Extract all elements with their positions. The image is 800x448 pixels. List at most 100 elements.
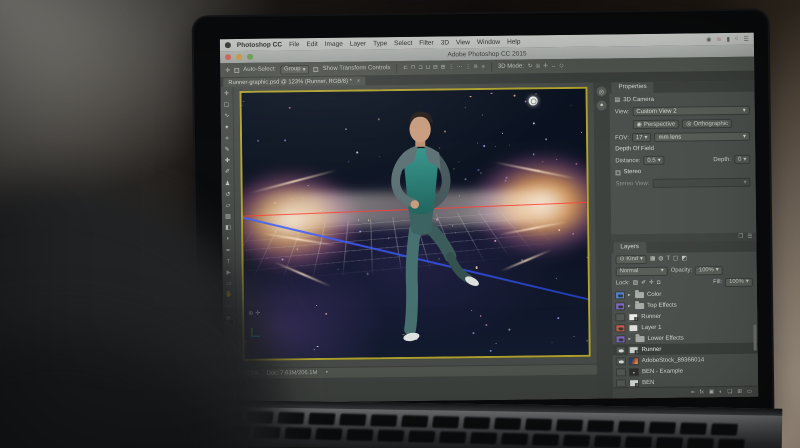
filter-smartobject-icon[interactable]: ◩ (681, 256, 687, 262)
menu-help[interactable]: Help (507, 38, 520, 45)
notification-center-icon[interactable]: ☰ (743, 35, 748, 42)
layer-styles-icon[interactable]: fx (700, 389, 704, 395)
layer-mask-icon[interactable]: ▣ (709, 389, 714, 395)
menu-filter[interactable]: Filter (419, 39, 434, 46)
menu-image[interactable]: Image (325, 40, 343, 47)
distribute-right-icon[interactable]: ≡ (482, 64, 485, 70)
panel-collapse-icon[interactable]: ❐ (738, 234, 743, 240)
3d-pan-icon[interactable]: ✛ (543, 63, 548, 69)
layers-scrollbar[interactable] (753, 324, 757, 351)
depth-dropdown[interactable]: 0 ▾ (733, 154, 751, 164)
lock-position-icon[interactable]: ✛ (649, 280, 654, 286)
apple-logo-icon[interactable] (224, 42, 231, 49)
perspective-button[interactable]: ◉ Perspective (632, 119, 680, 130)
lock-pixels-icon[interactable]: ✐ (641, 280, 646, 286)
link-layers-icon[interactable]: ∞ (691, 389, 695, 395)
align-hcenter-icon[interactable]: ⊓ (411, 65, 415, 71)
visibility-toggle[interactable] (614, 290, 626, 299)
3d-scale-icon[interactable]: ◇ (559, 63, 563, 69)
tab-layers[interactable]: Layers (613, 242, 647, 254)
filter-pixel-icon[interactable]: ▦ (650, 256, 656, 262)
expand-group-icon[interactable]: ▸ (628, 336, 632, 342)
healing-brush-tool[interactable]: ✚ (225, 156, 230, 167)
3d-slide-icon[interactable]: ↔ (551, 63, 557, 69)
crop-tool[interactable]: ⌗ (225, 134, 229, 145)
fill-dropdown[interactable]: 100% ▾ (725, 277, 753, 287)
wifi-icon[interactable]: ≋ (716, 36, 721, 43)
magic-wand-tool[interactable]: ✦ (224, 123, 229, 134)
menu-window[interactable]: Window (477, 38, 500, 45)
pen-tool[interactable]: ✒ (226, 246, 231, 257)
clone-stamp-tool[interactable]: ♟ (225, 179, 231, 190)
menu-file[interactable]: File (289, 41, 300, 48)
fov-value-dropdown[interactable]: 17 ▾ (631, 132, 652, 143)
brush-tool[interactable]: ✐ (225, 167, 230, 178)
distance-dropdown[interactable]: 0.5 ▾ (643, 155, 665, 166)
distribute-left-icon[interactable]: ⊪ (474, 64, 479, 70)
visibility-toggle[interactable] (615, 301, 626, 310)
expand-group-icon[interactable]: ▸ (628, 292, 632, 298)
expand-group-icon[interactable]: ▸ (628, 303, 632, 309)
adjustment-layer-icon[interactable]: ◐ (719, 389, 722, 395)
new-layer-icon[interactable]: ⊞ (737, 389, 742, 395)
marquee-tool[interactable]: ▢ (224, 100, 230, 111)
lasso-tool[interactable]: ∿ (224, 111, 229, 122)
close-tab-icon[interactable]: × (357, 78, 360, 84)
distribute-bottom-icon[interactable]: ⋮ (465, 64, 471, 70)
visibility-toggle[interactable] (615, 367, 626, 376)
layer-row-ben[interactable]: 3 BEN (613, 376, 758, 388)
lock-all-icon[interactable]: ◘ (657, 280, 661, 286)
menu-select[interactable]: Select (394, 39, 412, 46)
dodge-tool[interactable]: ◐ (226, 235, 230, 246)
align-vcenter-icon[interactable]: ⊟ (433, 65, 438, 71)
tab-properties[interactable]: Properties (611, 81, 654, 94)
move-tool[interactable]: ✛ (224, 89, 229, 100)
display-menu-icon[interactable]: ◉ (706, 36, 711, 43)
lens-dropdown[interactable]: mm lens ▾ (654, 131, 751, 142)
filter-kind-dropdown[interactable]: ⊙ Kind ▾ (615, 254, 647, 264)
align-bottom-icon[interactable]: ⊞ (441, 64, 446, 70)
filter-shape-icon[interactable]: ▢ (673, 256, 679, 262)
3d-roll-icon[interactable]: ◎ (535, 63, 540, 69)
orthographic-button[interactable]: ◎ Orthographic (682, 118, 733, 129)
auto-select-dropdown[interactable]: Group ▾ (279, 64, 310, 74)
eyedropper-tool[interactable]: ✎ (225, 145, 230, 156)
collapsed-3d-panel-icon[interactable]: ◎ (596, 86, 607, 97)
show-transform-checkbox[interactable] (313, 66, 319, 72)
collapsed-libraries-panel-icon[interactable]: ● (596, 100, 607, 111)
eraser-tool[interactable]: ▱ (225, 201, 231, 212)
align-left-icon[interactable]: ⊏ (403, 65, 408, 71)
status-popup-arrow-icon[interactable]: ‣ (325, 370, 328, 376)
visibility-toggle[interactable] (616, 378, 627, 387)
battery-icon[interactable]: ▮ (726, 35, 730, 42)
menu-edit[interactable]: Edit (306, 41, 317, 48)
document-canvas[interactable]: ⊕ ✛ (239, 86, 591, 361)
visibility-toggle[interactable] (615, 356, 626, 365)
filter-adjustment-icon[interactable]: ◍ (658, 256, 663, 262)
view-dropdown[interactable]: Custom View 2 ▾ (632, 105, 750, 117)
visibility-toggle[interactable] (615, 334, 626, 343)
blend-mode-dropdown[interactable]: Normal ▾ (615, 266, 668, 276)
auto-select-checkbox[interactable] (234, 67, 240, 73)
blur-tool[interactable]: ◧ (225, 223, 231, 234)
history-brush-tool[interactable]: ↺ (225, 190, 230, 201)
panel-menu-icon[interactable]: ☰ (747, 234, 752, 240)
distribute-vcenter-icon[interactable]: ⋯ (457, 64, 463, 70)
stereo-checkbox[interactable] (615, 169, 621, 175)
spotlight-icon[interactable]: ○ (735, 36, 739, 42)
distribute-top-icon[interactable]: ⋮ (448, 64, 454, 70)
align-top-icon[interactable]: ⊔ (426, 65, 430, 71)
visibility-toggle[interactable] (615, 323, 626, 332)
filter-type-icon[interactable]: T (666, 256, 670, 262)
align-right-icon[interactable]: ⊐ (418, 65, 423, 71)
3d-orbit-icon[interactable]: ↻ (528, 63, 533, 69)
visibility-toggle[interactable] (615, 312, 626, 321)
delete-layer-icon[interactable]: ▭ (747, 389, 752, 395)
lock-transparency-icon[interactable]: ▨ (633, 280, 639, 286)
menu-3d[interactable]: 3D (441, 39, 449, 46)
menu-layer[interactable]: Layer (350, 40, 366, 47)
menu-type[interactable]: Type (373, 40, 387, 47)
menu-view[interactable]: View (456, 39, 470, 46)
3d-view-widget-icon[interactable] (528, 95, 538, 106)
new-group-icon[interactable]: ❏ (727, 389, 732, 395)
